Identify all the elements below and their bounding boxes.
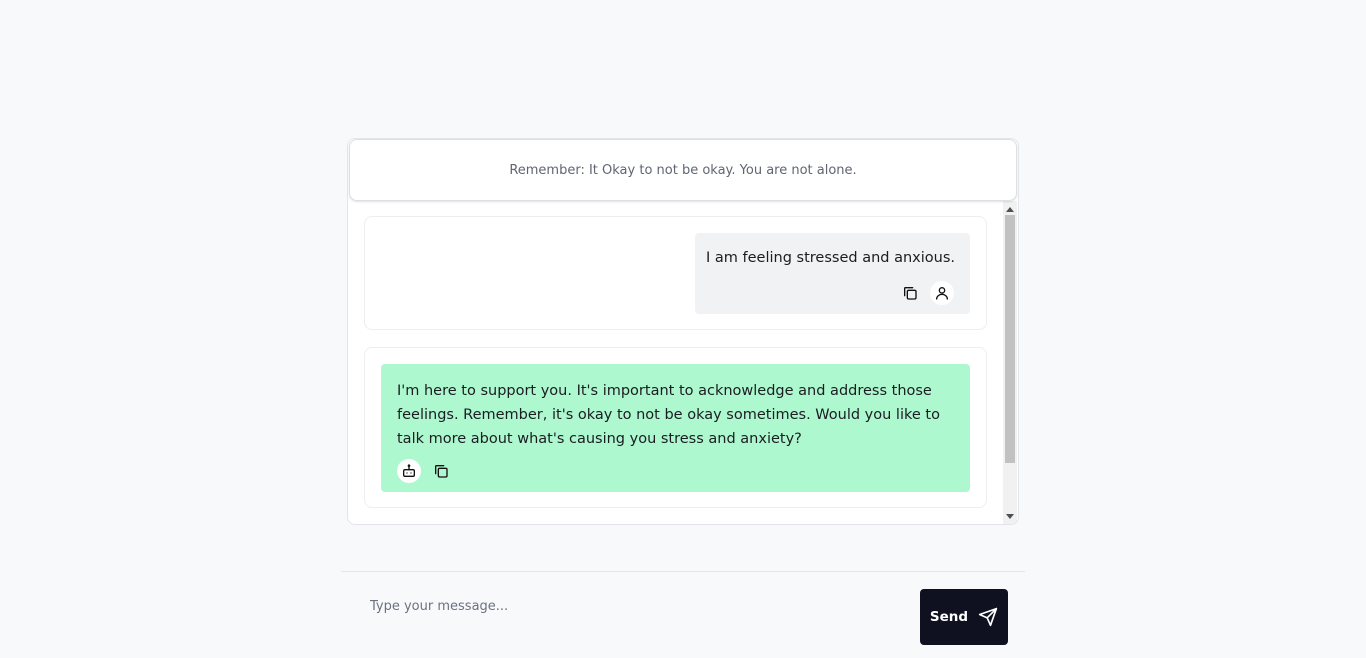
reminder-banner: Remember: It Okay to not be okay. You ar…	[349, 139, 1017, 201]
bot-message-bubble: I'm here to support you. It's important …	[381, 364, 970, 492]
message-input[interactable]	[358, 590, 906, 622]
bot-icon	[397, 459, 421, 483]
send-button-label: Send	[929, 609, 969, 625]
user-icon	[930, 281, 954, 305]
chat-panel: Remember: It Okay to not be okay. You ar…	[347, 138, 1019, 525]
user-message-bubble: I am feeling stressed and anxious.	[695, 233, 970, 314]
copy-icon[interactable]	[898, 281, 922, 305]
user-message-row: I am feeling stressed and anxious.	[364, 216, 987, 330]
send-icon	[978, 607, 998, 627]
user-message-text: I am feeling stressed and anxious.	[706, 250, 955, 266]
bot-message-row: I'm here to support you. It's important …	[364, 347, 987, 508]
copy-icon[interactable]	[429, 459, 453, 483]
bot-message-text: I'm here to support you. It's important …	[397, 383, 940, 447]
send-button[interactable]: Send	[920, 589, 1008, 645]
message-scrollbar[interactable]	[1003, 201, 1017, 524]
scroll-up-arrow-icon[interactable]	[1003, 203, 1017, 215]
composer-divider	[341, 571, 1025, 572]
message-list[interactable]: I am feeling stressed and anxious. I'm h…	[348, 201, 1004, 524]
reminder-text: Remember: It Okay to not be okay. You ar…	[509, 162, 857, 178]
scrollbar-thumb[interactable]	[1005, 215, 1015, 463]
scroll-down-arrow-icon[interactable]	[1003, 510, 1017, 522]
